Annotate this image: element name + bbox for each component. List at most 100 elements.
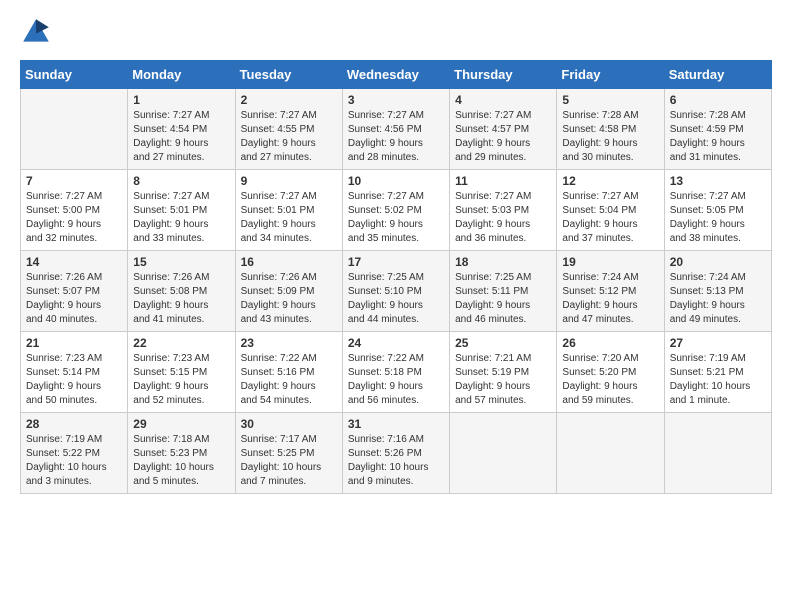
- calendar-cell: [557, 413, 664, 494]
- day-info: Sunrise: 7:24 AM Sunset: 5:12 PM Dayligh…: [562, 271, 658, 327]
- day-info: Sunrise: 7:27 AM Sunset: 4:56 PM Dayligh…: [348, 109, 444, 165]
- day-info: Sunrise: 7:19 AM Sunset: 5:22 PM Dayligh…: [26, 433, 122, 489]
- day-number: 24: [348, 336, 444, 350]
- day-info: Sunrise: 7:25 AM Sunset: 5:10 PM Dayligh…: [348, 271, 444, 327]
- calendar-week-row: 21 Sunrise: 7:23 AM Sunset: 5:14 PM Dayli…: [21, 332, 772, 413]
- day-info: Sunrise: 7:26 AM Sunset: 5:09 PM Dayligh…: [241, 271, 337, 327]
- calendar-cell: 30 Sunrise: 7:17 AM Sunset: 5:25 PM Dayli…: [235, 413, 342, 494]
- day-number: 29: [133, 417, 229, 431]
- day-info: Sunrise: 7:19 AM Sunset: 5:21 PM Dayligh…: [670, 352, 766, 408]
- day-info: Sunrise: 7:17 AM Sunset: 5:25 PM Dayligh…: [241, 433, 337, 489]
- day-info: Sunrise: 7:27 AM Sunset: 4:55 PM Dayligh…: [241, 109, 337, 165]
- day-number: 31: [348, 417, 444, 431]
- calendar-cell: 3 Sunrise: 7:27 AM Sunset: 4:56 PM Daylig…: [342, 89, 449, 170]
- day-number: 11: [455, 174, 551, 188]
- day-info: Sunrise: 7:27 AM Sunset: 4:54 PM Dayligh…: [133, 109, 229, 165]
- day-number: 26: [562, 336, 658, 350]
- day-number: 27: [670, 336, 766, 350]
- calendar-cell: 31 Sunrise: 7:16 AM Sunset: 5:26 PM Dayli…: [342, 413, 449, 494]
- day-number: 17: [348, 255, 444, 269]
- calendar-cell: 29 Sunrise: 7:18 AM Sunset: 5:23 PM Dayli…: [128, 413, 235, 494]
- calendar-week-row: 1 Sunrise: 7:27 AM Sunset: 4:54 PM Daylig…: [21, 89, 772, 170]
- day-info: Sunrise: 7:28 AM Sunset: 4:58 PM Dayligh…: [562, 109, 658, 165]
- weekday-header: Saturday: [664, 61, 771, 89]
- calendar-cell: 18Sunrise: 7:25 AM Sunset: 5:11 PM Dayli…: [450, 251, 557, 332]
- logo: [20, 16, 56, 48]
- day-info: Sunrise: 7:16 AM Sunset: 5:26 PM Dayligh…: [348, 433, 444, 489]
- day-info: Sunrise: 7:27 AM Sunset: 5:02 PM Dayligh…: [348, 190, 444, 246]
- logo-icon: [20, 16, 52, 48]
- day-number: 15: [133, 255, 229, 269]
- day-info: Sunrise: 7:27 AM Sunset: 5:00 PM Dayligh…: [26, 190, 122, 246]
- day-number: 19: [562, 255, 658, 269]
- calendar-cell: 20 Sunrise: 7:24 AM Sunset: 5:13 PM Dayli…: [664, 251, 771, 332]
- calendar-cell: 28Sunrise: 7:19 AM Sunset: 5:22 PM Dayli…: [21, 413, 128, 494]
- weekday-header: Wednesday: [342, 61, 449, 89]
- calendar-cell: 24Sunrise: 7:22 AM Sunset: 5:18 PM Dayli…: [342, 332, 449, 413]
- calendar-cell: 15 Sunrise: 7:26 AM Sunset: 5:08 PM Dayli…: [128, 251, 235, 332]
- calendar-cell: 12 Sunrise: 7:27 AM Sunset: 5:04 PM Dayli…: [557, 170, 664, 251]
- day-info: Sunrise: 7:28 AM Sunset: 4:59 PM Dayligh…: [670, 109, 766, 165]
- calendar-cell: [664, 413, 771, 494]
- day-info: Sunrise: 7:26 AM Sunset: 5:08 PM Dayligh…: [133, 271, 229, 327]
- day-number: 12: [562, 174, 658, 188]
- calendar-cell: 6 Sunrise: 7:28 AM Sunset: 4:59 PM Daylig…: [664, 89, 771, 170]
- day-number: 9: [241, 174, 337, 188]
- day-info: Sunrise: 7:27 AM Sunset: 5:05 PM Dayligh…: [670, 190, 766, 246]
- day-info: Sunrise: 7:23 AM Sunset: 5:14 PM Dayligh…: [26, 352, 122, 408]
- day-info: Sunrise: 7:24 AM Sunset: 5:13 PM Dayligh…: [670, 271, 766, 327]
- calendar-week-row: 28Sunrise: 7:19 AM Sunset: 5:22 PM Dayli…: [21, 413, 772, 494]
- calendar-cell: 17 Sunrise: 7:25 AM Sunset: 5:10 PM Dayli…: [342, 251, 449, 332]
- day-number: 10: [348, 174, 444, 188]
- calendar-cell: 26 Sunrise: 7:20 AM Sunset: 5:20 PM Dayli…: [557, 332, 664, 413]
- day-number: 8: [133, 174, 229, 188]
- day-info: Sunrise: 7:23 AM Sunset: 5:15 PM Dayligh…: [133, 352, 229, 408]
- day-info: Sunrise: 7:27 AM Sunset: 4:57 PM Dayligh…: [455, 109, 551, 165]
- day-number: 2: [241, 93, 337, 107]
- calendar-cell: 11Sunrise: 7:27 AM Sunset: 5:03 PM Dayli…: [450, 170, 557, 251]
- page-container: SundayMondayTuesdayWednesdayThursdayFrid…: [0, 0, 792, 504]
- day-number: 7: [26, 174, 122, 188]
- calendar-cell: 1 Sunrise: 7:27 AM Sunset: 4:54 PM Daylig…: [128, 89, 235, 170]
- calendar-cell: 7 Sunrise: 7:27 AM Sunset: 5:00 PM Daylig…: [21, 170, 128, 251]
- calendar-cell: [21, 89, 128, 170]
- calendar-cell: 13 Sunrise: 7:27 AM Sunset: 5:05 PM Dayli…: [664, 170, 771, 251]
- weekday-header: Tuesday: [235, 61, 342, 89]
- day-number: 5: [562, 93, 658, 107]
- weekday-header: Thursday: [450, 61, 557, 89]
- day-number: 13: [670, 174, 766, 188]
- day-number: 30: [241, 417, 337, 431]
- header: [20, 16, 772, 48]
- day-number: 3: [348, 93, 444, 107]
- day-number: 20: [670, 255, 766, 269]
- calendar-week-row: 7 Sunrise: 7:27 AM Sunset: 5:00 PM Daylig…: [21, 170, 772, 251]
- weekday-header: Monday: [128, 61, 235, 89]
- day-number: 14: [26, 255, 122, 269]
- day-number: 1: [133, 93, 229, 107]
- calendar-cell: 9 Sunrise: 7:27 AM Sunset: 5:01 PM Daylig…: [235, 170, 342, 251]
- calendar-cell: 8 Sunrise: 7:27 AM Sunset: 5:01 PM Daylig…: [128, 170, 235, 251]
- weekday-header: Friday: [557, 61, 664, 89]
- day-info: Sunrise: 7:27 AM Sunset: 5:04 PM Dayligh…: [562, 190, 658, 246]
- day-number: 6: [670, 93, 766, 107]
- day-number: 23: [241, 336, 337, 350]
- day-number: 16: [241, 255, 337, 269]
- calendar-cell: 5 Sunrise: 7:28 AM Sunset: 4:58 PM Daylig…: [557, 89, 664, 170]
- calendar-cell: 10 Sunrise: 7:27 AM Sunset: 5:02 PM Dayli…: [342, 170, 449, 251]
- day-number: 21: [26, 336, 122, 350]
- calendar-cell: 14 Sunrise: 7:26 AM Sunset: 5:07 PM Dayli…: [21, 251, 128, 332]
- calendar-cell: 16 Sunrise: 7:26 AM Sunset: 5:09 PM Dayli…: [235, 251, 342, 332]
- calendar-cell: 2 Sunrise: 7:27 AM Sunset: 4:55 PM Daylig…: [235, 89, 342, 170]
- day-info: Sunrise: 7:27 AM Sunset: 5:01 PM Dayligh…: [241, 190, 337, 246]
- calendar-cell: 23 Sunrise: 7:22 AM Sunset: 5:16 PM Dayli…: [235, 332, 342, 413]
- day-info: Sunrise: 7:21 AM Sunset: 5:19 PM Dayligh…: [455, 352, 551, 408]
- calendar-week-row: 14 Sunrise: 7:26 AM Sunset: 5:07 PM Dayli…: [21, 251, 772, 332]
- day-info: Sunrise: 7:22 AM Sunset: 5:16 PM Dayligh…: [241, 352, 337, 408]
- day-info: Sunrise: 7:27 AM Sunset: 5:01 PM Dayligh…: [133, 190, 229, 246]
- day-info: Sunrise: 7:20 AM Sunset: 5:20 PM Dayligh…: [562, 352, 658, 408]
- calendar-cell: 22Sunrise: 7:23 AM Sunset: 5:15 PM Dayli…: [128, 332, 235, 413]
- calendar-cell: 27 Sunrise: 7:19 AM Sunset: 5:21 PM Dayli…: [664, 332, 771, 413]
- calendar-table: SundayMondayTuesdayWednesdayThursdayFrid…: [20, 60, 772, 494]
- day-info: Sunrise: 7:26 AM Sunset: 5:07 PM Dayligh…: [26, 271, 122, 327]
- day-info: Sunrise: 7:18 AM Sunset: 5:23 PM Dayligh…: [133, 433, 229, 489]
